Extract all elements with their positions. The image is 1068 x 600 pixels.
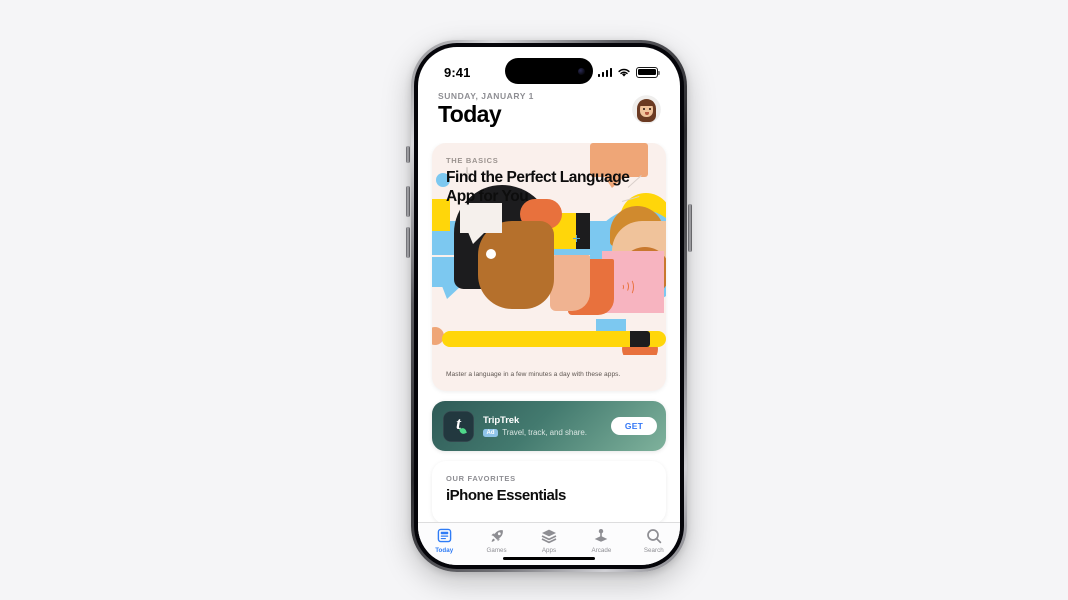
wifi-icon: [618, 68, 630, 77]
status-bar-indicators: [597, 66, 660, 78]
device-screen: 9:41 SUNDAY, JANUARY 1 Today THE BASICS …: [418, 47, 680, 565]
avatar-mouth: [644, 112, 649, 115]
illo-white-speech-bubble: [460, 203, 502, 244]
ad-badge: Ad: [483, 428, 499, 437]
featured-card-eyebrow: THE BASICS: [446, 156, 499, 165]
volume-up-button[interactable]: [406, 186, 410, 217]
avatar-eye-left: [643, 107, 645, 110]
header-text-group: SUNDAY, JANUARY 1 Today: [438, 91, 534, 127]
signal-bars-icon: [597, 67, 612, 77]
sponsored-app-subtitle: Travel, track, and share.: [502, 428, 587, 438]
avatar[interactable]: [633, 96, 660, 123]
tab-label: Today: [435, 546, 454, 554]
iphone-device-frame: 9:41 SUNDAY, JANUARY 1 Today THE BASICS …: [411, 40, 687, 572]
sponsored-app-row[interactable]: t TripTrek Ad Travel, track, and share. …: [432, 401, 666, 451]
illo-earring: [486, 249, 496, 259]
power-button[interactable]: [688, 204, 692, 252]
status-bar: 9:41: [418, 47, 680, 87]
featured-story-card[interactable]: THE BASICS Find the Perfect Language App…: [432, 143, 666, 391]
status-bar-time: 9:41: [444, 64, 471, 80]
favorites-card-title: iPhone Essentials: [446, 487, 566, 504]
avatar-eye-right: [648, 107, 651, 110]
favorites-card[interactable]: OUR FAVORITES iPhone Essentials: [432, 461, 666, 522]
device-bezel: 9:41 SUNDAY, JANUARY 1 Today THE BASICS …: [414, 43, 684, 569]
illo-peach-face: [550, 255, 590, 311]
illo-sound-wave: [620, 279, 634, 295]
tab-label: Apps: [541, 546, 557, 554]
volume-down-button[interactable]: [406, 227, 410, 258]
sponsored-app-text: TripTrek Ad Travel, track, and share.: [483, 414, 611, 437]
battery-full-icon: [636, 66, 660, 78]
header-date: SUNDAY, JANUARY 1: [438, 91, 534, 101]
joystick-icon: [593, 527, 609, 544]
illo-pencil-tip: [630, 331, 650, 347]
get-button[interactable]: GET: [610, 417, 657, 435]
search-icon: [646, 527, 662, 544]
tab-label: Games: [486, 546, 507, 554]
silent-switch[interactable]: [406, 146, 410, 163]
tab-games[interactable]: Games: [470, 527, 522, 554]
triptrek-app-icon[interactable]: t: [443, 410, 474, 442]
front-camera-icon: [578, 67, 585, 75]
featured-card-heading: THE BASICS Find the Perfect Language App…: [432, 143, 666, 207]
avatar-fringe: [639, 100, 654, 106]
today-card-icon: [437, 527, 452, 544]
stacked-layers-icon: [541, 527, 557, 544]
tab-today[interactable]: Today: [418, 527, 470, 554]
sponsored-app-subline: Ad Travel, track, and share.: [483, 428, 611, 437]
tab-search[interactable]: Search: [628, 527, 680, 554]
featured-card-title: Find the Perfect Language App for You: [446, 169, 630, 205]
today-feed[interactable]: THE BASICS Find the Perfect Language App…: [418, 143, 680, 522]
favorites-card-eyebrow: OUR FAVORITES: [446, 474, 516, 483]
illo-left-face: [478, 221, 554, 309]
tab-label: Arcade: [591, 546, 612, 554]
illo-black-dash: [576, 213, 590, 249]
screenshot-canvas: 9:41 SUNDAY, JANUARY 1 Today THE BASICS …: [0, 0, 1068, 600]
tab-arcade[interactable]: Arcade: [575, 527, 627, 554]
dynamic-island: [505, 58, 593, 84]
tab-apps[interactable]: Apps: [523, 527, 575, 554]
illo-plus-mark: [573, 235, 580, 242]
app-store-header: SUNDAY, JANUARY 1 Today: [418, 87, 680, 133]
featured-card-caption: Master a language in a few minutes a day…: [446, 370, 621, 378]
page-title: Today: [438, 101, 502, 127]
rocket-icon: [489, 527, 505, 544]
home-indicator[interactable]: [503, 556, 595, 560]
tab-label: Search: [643, 546, 664, 554]
sponsored-app-name: TripTrek: [483, 414, 520, 426]
